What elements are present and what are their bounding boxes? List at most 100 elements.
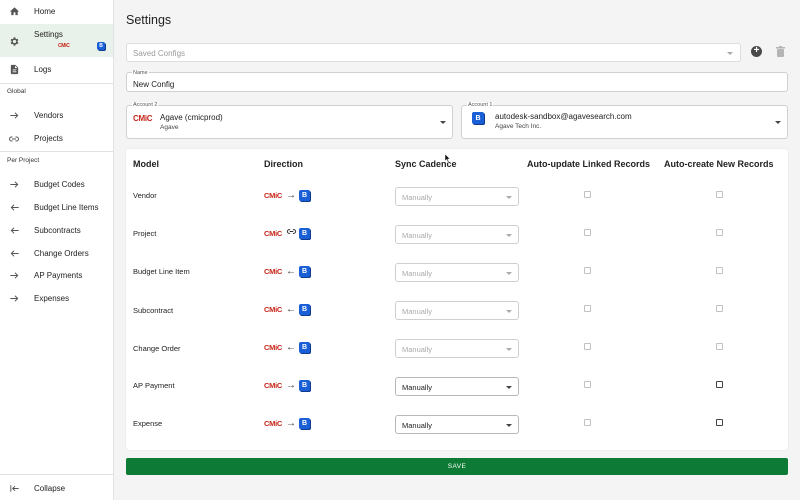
auto-update-checkbox[interactable] [584, 229, 591, 236]
nav-subcontracts[interactable]: Subcontracts [0, 219, 113, 242]
cadence-select[interactable]: Manually [395, 377, 519, 396]
nav-expenses-label: Expenses [34, 294, 70, 303]
cadence-value: Manually [402, 269, 433, 278]
account2-label: Account 2 [132, 102, 159, 109]
nav-home-label: Home [34, 7, 56, 16]
name-field[interactable]: Name New Config [126, 70, 788, 92]
chevron-down-icon [506, 196, 512, 199]
cadence-select[interactable]: Manually [395, 339, 519, 358]
nav-collapse[interactable]: Collapse [0, 477, 113, 500]
auto-update-checkbox[interactable] [584, 305, 591, 312]
chevron-down-icon [506, 386, 512, 389]
account2-select[interactable]: Account 2 CMiC Agave (cmicprod) Agave [126, 102, 453, 139]
nav-home[interactable]: Home [0, 0, 113, 23]
arrow-right-icon: → [285, 189, 296, 201]
header-auto-create: Auto-create New Records [664, 159, 774, 169]
gear-icon [8, 35, 20, 47]
cursor-icon [445, 154, 451, 163]
nav-subcontracts-label: Subcontracts [34, 226, 81, 235]
link-icon [286, 226, 297, 240]
nav-logs-label: Logs [34, 65, 52, 74]
header-auto-update: Auto-update Linked Records [527, 159, 651, 169]
nav-change-orders[interactable]: Change Orders [0, 242, 113, 265]
cmic-logo: CMiC [58, 43, 70, 49]
cadence-select[interactable]: Manually [395, 225, 519, 244]
auto-update-checkbox[interactable] [584, 419, 591, 426]
b-logo: B [472, 112, 484, 124]
chevron-down-icon [506, 348, 512, 351]
cadence-value: Manually [402, 231, 433, 240]
cmic-logo: CMiC [264, 190, 282, 200]
cadence-select[interactable]: Manually [395, 263, 519, 282]
account1-sub: Agave Tech Inc. [495, 123, 542, 130]
auto-create-checkbox[interactable] [716, 343, 723, 350]
auto-create-checkbox[interactable] [716, 381, 723, 388]
name-field-value: New Config [133, 80, 175, 89]
header-model: Model [133, 159, 159, 169]
row-model: Subcontract [133, 306, 174, 315]
save-button[interactable]: SAVE [126, 458, 788, 475]
auto-create-checkbox[interactable] [716, 267, 723, 274]
name-field-label: Name [132, 70, 149, 77]
section-global: Global [7, 88, 26, 95]
nav-budget-codes[interactable]: Budget Codes [0, 173, 113, 196]
arrow-right-icon [8, 270, 20, 282]
cmic-logo: CMiC [133, 114, 153, 123]
nav-budget-line-items[interactable]: Budget Line Items [0, 196, 113, 219]
trash-icon[interactable] [776, 46, 785, 57]
nav-settings[interactable]: Settings CMiC B [0, 24, 113, 57]
cadence-value: Manually [402, 345, 433, 354]
nav-vendors[interactable]: Vendors [0, 104, 113, 127]
b-logo: B [298, 417, 310, 429]
arrow-left-icon: ← [285, 341, 296, 353]
nav-projects[interactable]: Projects [0, 127, 113, 150]
auto-update-checkbox[interactable] [584, 343, 591, 350]
arrow-right-icon [8, 110, 20, 122]
auto-create-checkbox[interactable] [716, 229, 723, 236]
page-title: Settings [126, 13, 172, 27]
collapse-icon [8, 483, 20, 495]
account2-sub: Agave [160, 124, 179, 131]
account1-select[interactable]: Account 1 B autodesk-sandbox@agavesearch… [461, 102, 788, 139]
arrow-right-icon: → [285, 417, 296, 429]
cadence-value: Manually [402, 193, 433, 202]
cmic-logo: CMiC [264, 228, 282, 238]
chevron-down-icon [440, 121, 446, 124]
header-direction: Direction [264, 159, 304, 169]
cmic-logo: CMiC [264, 266, 282, 276]
auto-update-checkbox[interactable] [584, 381, 591, 388]
direction-cell: CMiC → B [264, 416, 310, 430]
nav-settings-label: Settings [34, 30, 63, 39]
cadence-select[interactable]: Manually [395, 415, 519, 434]
saved-configs-select[interactable]: Saved Configs [126, 43, 741, 62]
nav-ap-payments[interactable]: AP Payments [0, 264, 113, 287]
nav-expenses[interactable]: Expenses [0, 287, 113, 310]
auto-update-checkbox[interactable] [584, 267, 591, 274]
add-icon[interactable]: + [751, 46, 762, 57]
auto-update-checkbox[interactable] [584, 191, 591, 198]
arrow-right-icon [8, 293, 20, 305]
chevron-down-icon [775, 121, 781, 124]
nav-projects-label: Projects [34, 134, 63, 143]
b-logo: B [298, 341, 310, 353]
chevron-down-icon [506, 272, 512, 275]
arrow-left-icon: ← [285, 265, 296, 277]
auto-create-checkbox[interactable] [716, 305, 723, 312]
auto-create-checkbox[interactable] [716, 419, 723, 426]
cadence-select[interactable]: Manually [395, 301, 519, 320]
arrow-left-icon: ← [285, 303, 296, 315]
divider [0, 474, 113, 475]
sidebar: Home Settings CMiC B Logs Global Vendors… [0, 0, 114, 500]
chevron-down-icon [506, 424, 512, 427]
divider [0, 151, 113, 152]
cmic-logo: CMiC [264, 380, 282, 390]
b-logo: B [298, 265, 310, 277]
auto-create-checkbox[interactable] [716, 191, 723, 198]
row-model: Change Order [133, 344, 181, 353]
cadence-select[interactable]: Manually [395, 187, 519, 206]
direction-cell: CMiC ← B [264, 302, 310, 316]
direction-cell: CMiC ← B [264, 340, 310, 354]
nav-logs[interactable]: Logs [0, 58, 113, 81]
direction-cell: CMiC B [264, 226, 310, 240]
direction-cell: CMiC ← B [264, 264, 310, 278]
